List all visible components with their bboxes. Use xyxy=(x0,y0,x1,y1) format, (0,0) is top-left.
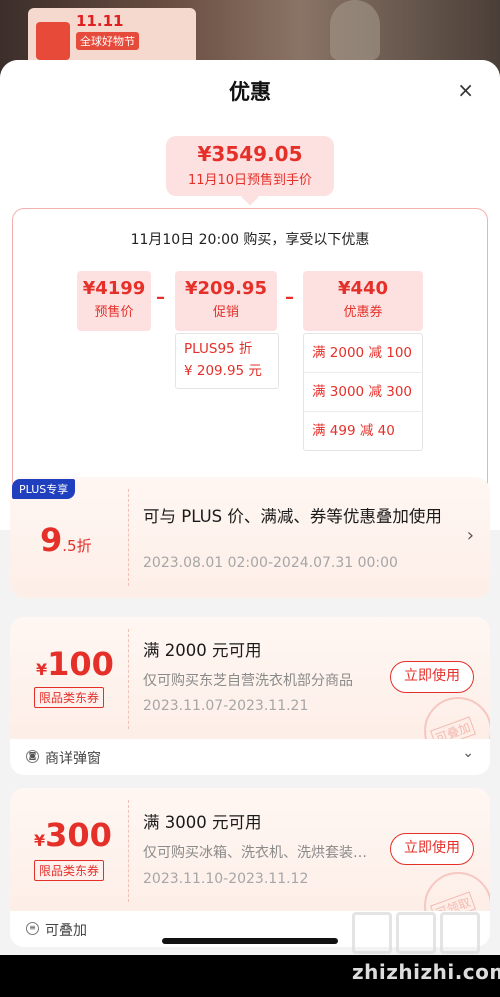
coupon-pill: ¥440 优惠券 xyxy=(303,271,423,331)
shopping-bag-icon xyxy=(36,22,70,60)
calculation-box: 11月10日 20:00 购买，享受以下优惠 ¥4199 预售价 – ¥209.… xyxy=(12,208,488,523)
chevron-right-icon[interactable]: › xyxy=(467,525,474,546)
coupon-amount: 300 xyxy=(45,816,112,854)
presale-price-amount: ¥4199 xyxy=(82,278,146,299)
close-icon[interactable]: × xyxy=(457,80,474,100)
plus-discount-card[interactable]: PLUS专享 9.5折 可与 PLUS 价、满减、券等优惠叠加使用 2023.0… xyxy=(10,477,490,598)
promotion-pill: ¥209.95 促销 xyxy=(175,271,277,331)
sheet-title: 优惠 xyxy=(229,80,271,104)
card-title: 满 2000 元可用 xyxy=(143,641,262,660)
card-left: PLUS专享 9.5折 xyxy=(10,477,128,598)
coupon-value: ¥300 xyxy=(34,816,112,854)
coupon-amount: ¥440 xyxy=(337,278,389,299)
promotion-detail-line: PLUS95 折 xyxy=(184,341,253,357)
coupon-detail-row: 满 3000 减 300 xyxy=(304,373,422,412)
background-decor xyxy=(330,0,380,60)
category-tag: 限品类东券 xyxy=(34,687,105,708)
coupon-card: ¥100 限品类东券 满 2000 元可用 仅可购买东芝自营洗衣机部分商品 20… xyxy=(10,617,490,741)
use-now-button[interactable]: 立即使用 xyxy=(390,833,474,865)
yen-symbol: ¥ xyxy=(36,660,48,679)
promotion-detail: PLUS95 折 ¥ 209.95 元 xyxy=(175,333,279,389)
card-left: ¥100 限品类东券 xyxy=(10,617,128,741)
price-breakdown: ¥3549.05 11月10日预售到手价 11月10日 20:00 购买，享受以… xyxy=(0,120,500,530)
claimable-stamp: 可领取 xyxy=(424,872,490,914)
footer-label: 商详弹窗 xyxy=(45,751,101,767)
presale-price-label: 预售价 xyxy=(94,305,134,320)
watermark-text: zhizhizhi.com xyxy=(352,960,500,984)
minus-operator: – xyxy=(156,287,165,308)
card-divider xyxy=(128,489,129,586)
watermark-glyph xyxy=(396,912,436,954)
discount-sheet: 优惠 × ¥3549.05 11月10日预售到手价 11月10日 20:00 购… xyxy=(0,60,500,955)
promotion-detail-line: ¥ 209.95 元 xyxy=(184,363,262,379)
final-price-amount: ¥3549.05 xyxy=(197,142,303,166)
promotion-label: 促销 xyxy=(212,305,239,320)
card-divider xyxy=(128,629,129,729)
stackable-stamp: 可叠加 xyxy=(424,697,490,741)
discount-value: 9.5折 xyxy=(40,521,92,559)
watermark-glyph xyxy=(440,912,480,954)
stamp-text: 可叠加 xyxy=(430,716,476,741)
use-now-button[interactable]: 立即使用 xyxy=(390,661,474,693)
coupon-card: ¥300 限品类东券 满 3000 元可用 仅可购买冰箱、洗衣机、洗烘套装部分商… xyxy=(10,788,490,914)
watermark-logo xyxy=(352,912,492,958)
coupon-detail-list: 满 2000 减 100 满 3000 减 300 满 499 减 40 xyxy=(303,333,423,451)
card-date: 2023.11.07-2023.11.21 xyxy=(143,698,309,714)
watermark-glyph xyxy=(352,912,392,954)
calculation-caption: 11月10日 20:00 购买，享受以下优惠 xyxy=(130,232,370,248)
coupon-footer[interactable]: ◙ 商详弹窗 ⌄ xyxy=(10,739,490,775)
footer-label: 可叠加 xyxy=(45,923,87,939)
plus-exclusive-tag: PLUS专享 xyxy=(12,479,76,499)
banner-subtitle: 全球好物节 xyxy=(76,32,139,50)
card-title: 满 3000 元可用 xyxy=(143,813,262,832)
home-indicator[interactable] xyxy=(162,938,338,944)
sheet-header: 优惠 × xyxy=(0,60,500,120)
yen-symbol: ¥ xyxy=(34,831,46,850)
stack-icon: ≡ xyxy=(26,922,39,935)
popup-icon: ◙ xyxy=(26,750,39,763)
coupon-detail-row: 满 2000 减 100 xyxy=(304,334,422,373)
final-price-desc: 11月10日预售到手价 xyxy=(187,173,313,188)
chevron-down-icon[interactable]: ⌄ xyxy=(462,745,474,761)
banner-title: 11.11 xyxy=(76,12,124,30)
minus-operator: – xyxy=(285,287,294,308)
category-tag: 限品类东券 xyxy=(34,860,105,881)
card-divider xyxy=(128,800,129,902)
card-subtitle: 仅可购买冰箱、洗衣机、洗烘套装部分商品 xyxy=(143,845,371,861)
card-subtitle: 仅可购买东芝自营洗衣机部分商品 xyxy=(143,673,353,689)
presale-price-pill: ¥4199 预售价 xyxy=(77,271,151,331)
coupon-label: 优惠券 xyxy=(343,305,383,320)
coupon-value: ¥100 xyxy=(36,645,114,683)
card-date: 2023.08.01 02:00-2024.07.31 00:00 xyxy=(143,555,398,571)
coupon-detail-row: 满 499 减 40 xyxy=(312,423,395,439)
discount-value-small: .5折 xyxy=(62,537,92,555)
card-date: 2023.11.10-2023.11.12 xyxy=(143,871,309,887)
card-title: 可与 PLUS 价、满减、券等优惠叠加使用 xyxy=(143,507,442,526)
card-left: ¥300 限品类东券 xyxy=(10,788,128,914)
promotion-amount: ¥209.95 xyxy=(185,278,267,299)
discount-value-big: 9 xyxy=(40,521,63,559)
final-price-badge: ¥3549.05 11月10日预售到手价 xyxy=(166,136,334,196)
coupon-amount: 100 xyxy=(47,645,114,683)
